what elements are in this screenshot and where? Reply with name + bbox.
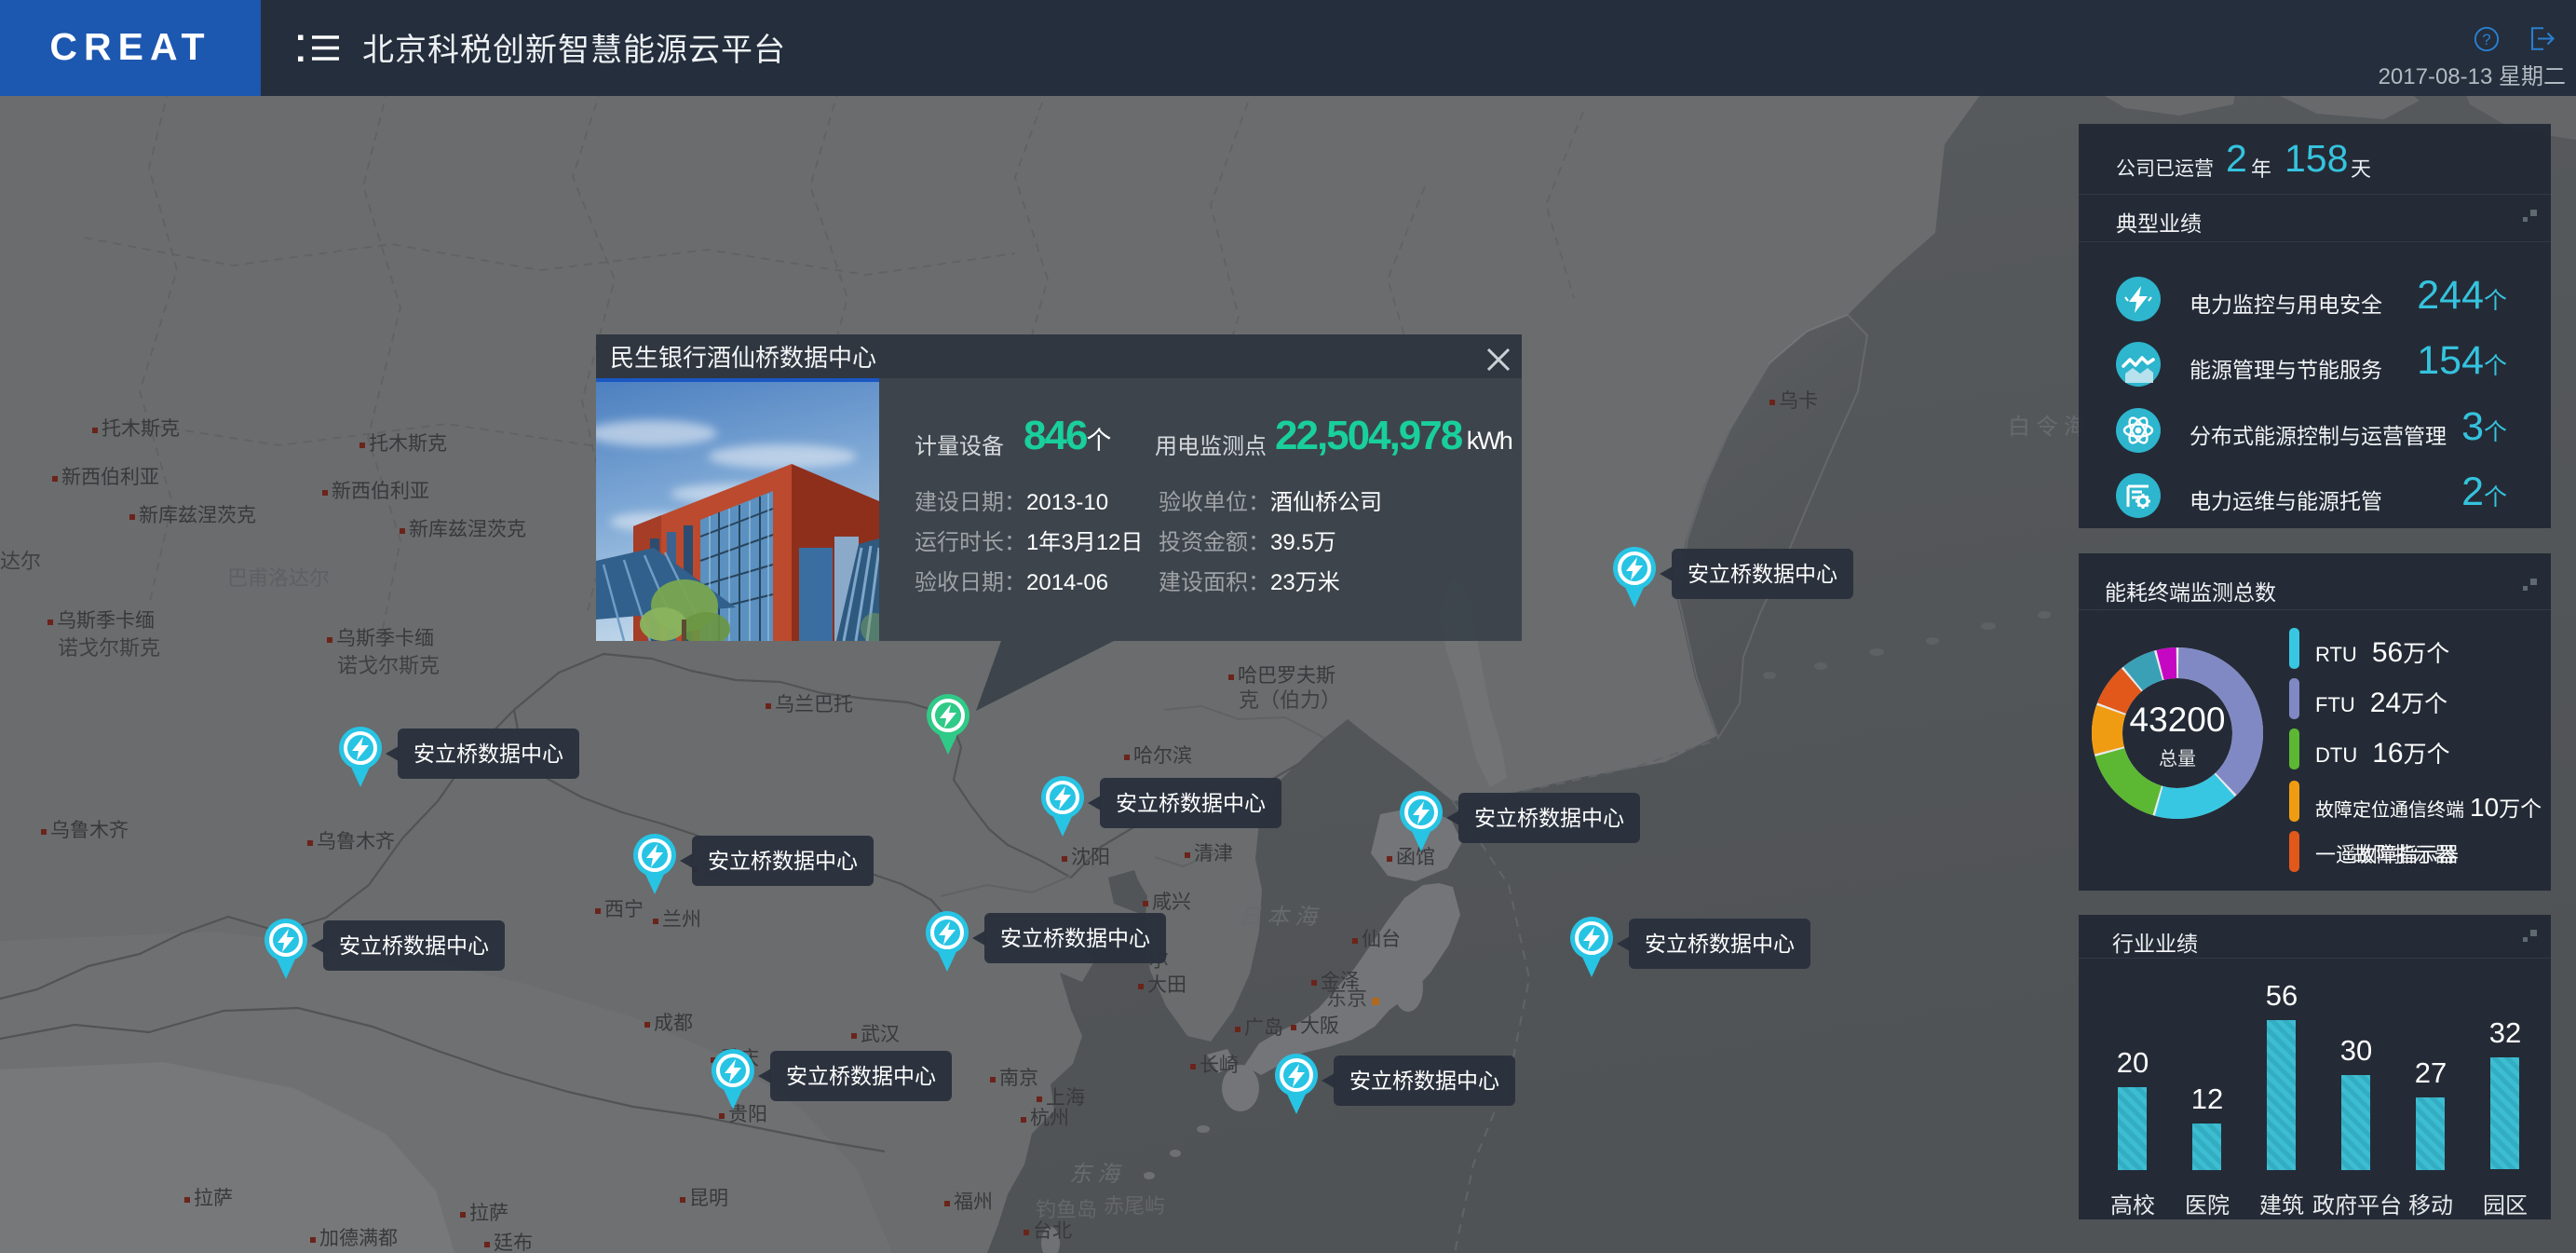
svg-text:?: ?: [2482, 31, 2490, 48]
